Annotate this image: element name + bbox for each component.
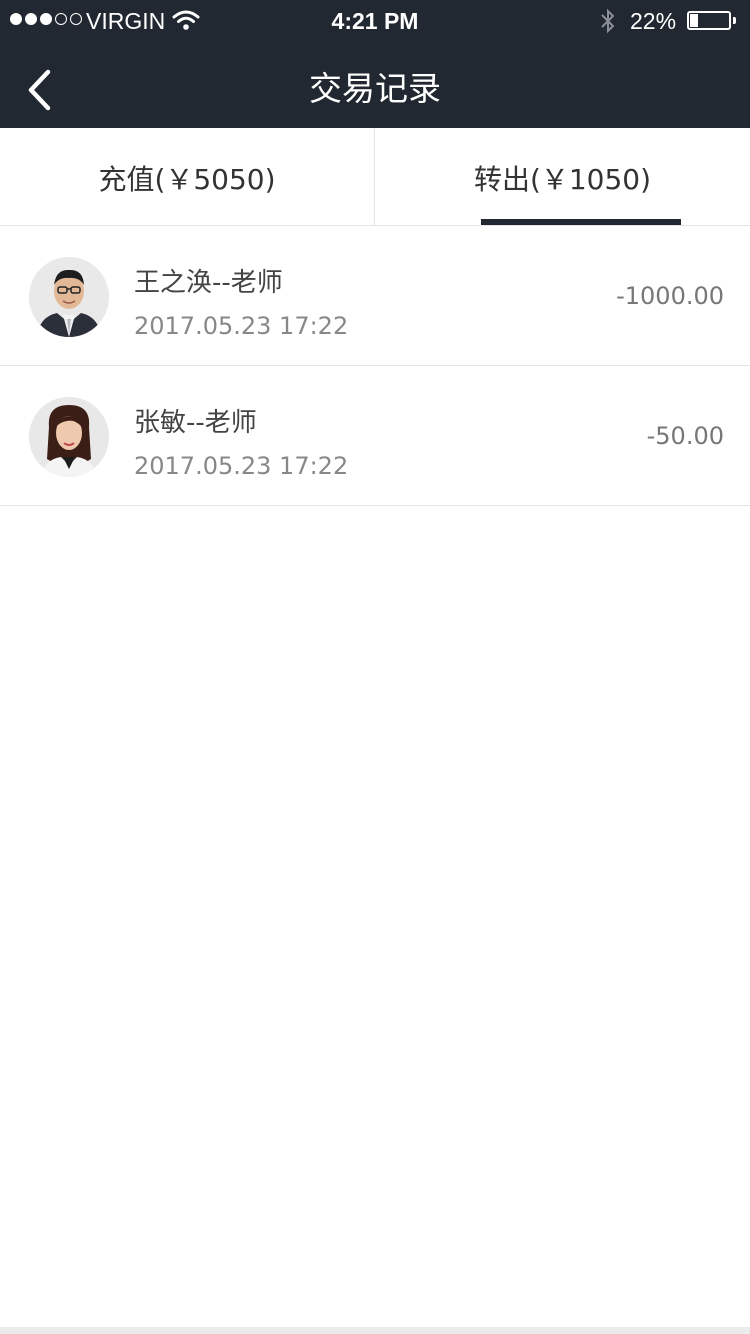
transaction-name: 张敏--老师 [134,408,257,438]
battery-icon [687,11,731,30]
tab-bar: 充值(￥5050) 转出(￥1050) [0,128,750,226]
bottom-edge [0,1327,750,1334]
transaction-list: 王之涣--老师 2017.05.23 17:22 -1000.00 张敏--老师… [0,226,750,506]
transaction-row[interactable]: 王之涣--老师 2017.05.23 17:22 -1000.00 [0,226,750,366]
tab-transfer-out[interactable]: 转出(￥1050) [375,128,750,226]
header: VIRGIN 4:21 PM 22% 交易记录 [0,0,750,128]
female-teacher-avatar [29,397,109,477]
battery-level-fill [690,14,698,27]
transaction-row[interactable]: 张敏--老师 2017.05.23 17:22 -50.00 [0,366,750,506]
transaction-name: 王之涣--老师 [134,268,283,298]
page-title: 交易记录 [309,69,441,108]
battery-tip [733,17,736,24]
bluetooth-icon [601,8,615,34]
transaction-time: 2017.05.23 17:22 [134,312,349,340]
active-tab-indicator [481,219,681,225]
battery-percent: 22% [630,8,677,34]
transaction-time: 2017.05.23 17:22 [134,452,349,480]
male-teacher-avatar [29,257,109,337]
status-bar: VIRGIN 4:21 PM 22% [0,0,750,40]
transaction-amount: -1000.00 [616,282,724,310]
tab-recharge[interactable]: 充值(￥5050) [0,128,375,226]
transaction-amount: -50.00 [646,422,724,450]
